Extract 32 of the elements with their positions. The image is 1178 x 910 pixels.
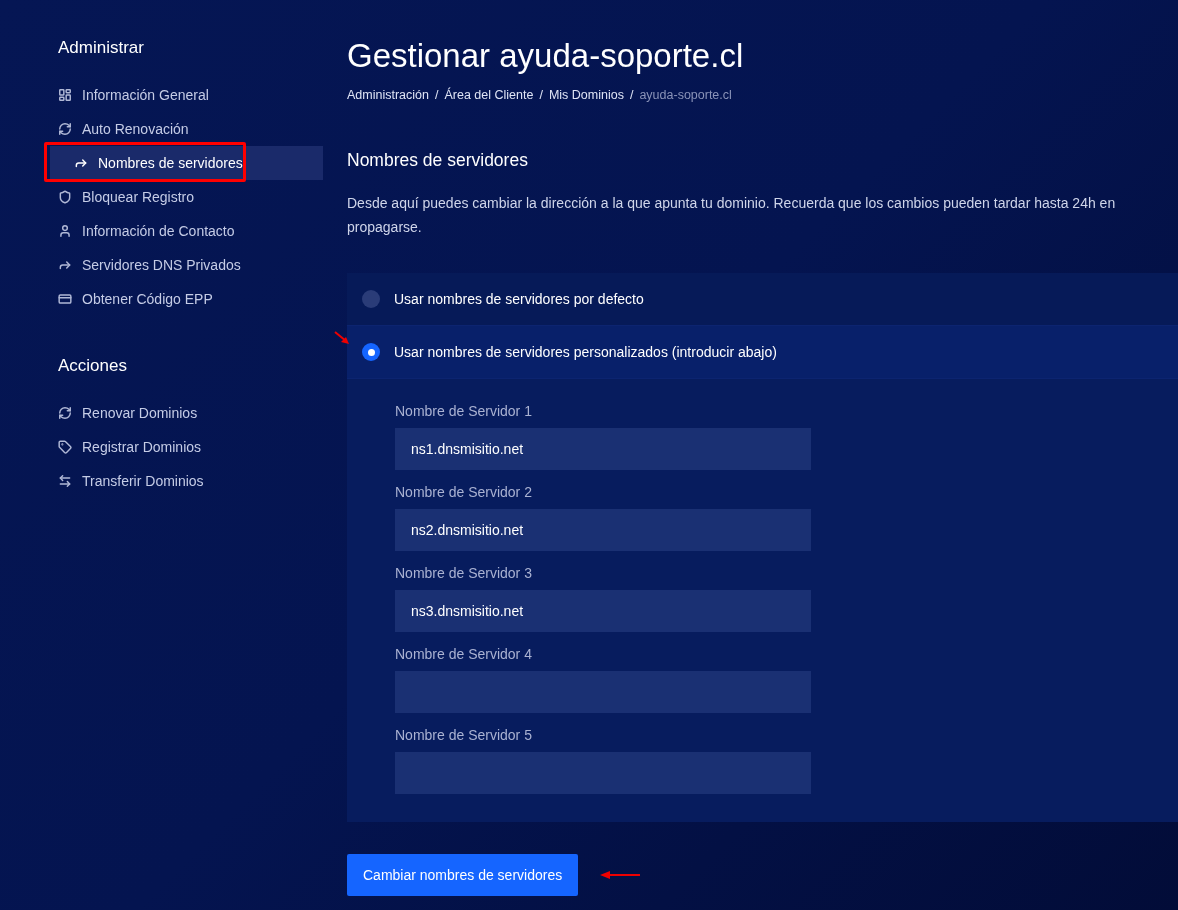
sidebar-heading: Administrar xyxy=(58,38,145,58)
submit-button[interactable]: Cambiar nombres de servidores xyxy=(347,854,579,897)
sidebar-item[interactable]: Renovar Dominios xyxy=(50,396,323,430)
sidebar-item[interactable]: Información General xyxy=(50,78,323,112)
sidebar-item[interactable]: Transferir Dominios xyxy=(50,464,323,498)
nameserver-input[interactable]: ns1.dnsmisitio.net xyxy=(395,428,811,471)
sidebar-item[interactable]: Información de Contacto xyxy=(50,214,323,248)
sidebar-item[interactable]: Obtener Código EPP xyxy=(50,282,323,316)
breadcrumb-separator: / xyxy=(435,88,439,103)
page-title: Gestionar ayuda-soporte.cl xyxy=(347,38,745,75)
radio-option[interactable]: Usar nombres de servidores personalizados (introducir abajo) xyxy=(347,326,1178,380)
breadcrumb-link[interactable]: Área del Cliente xyxy=(444,88,534,103)
field-label: Nombre de Servidor 4 xyxy=(395,646,533,663)
sidebar-item[interactable]: Servidores DNS Privados xyxy=(50,248,323,282)
section-description: Desde aquí puedes cambiar la dirección a la que apunta tu dominio. Recuerda que los cambios pueden tardar hasta 24h en propagarse. xyxy=(347,194,1117,238)
radio-option[interactable]: Usar nombres de servidores por defecto xyxy=(347,273,1178,327)
field-label: Nombre de Servidor 1 xyxy=(395,403,533,420)
sidebar-item[interactable]: Auto Renovación xyxy=(50,112,323,146)
breadcrumb-link[interactable]: Administración xyxy=(347,88,429,103)
sidebar-item[interactable]: Registrar Dominios xyxy=(50,430,323,464)
breadcrumb-current: ayuda-soporte.cl xyxy=(639,88,732,103)
sidebar-heading: Acciones xyxy=(58,356,128,376)
nameserver-input[interactable]: ns3.dnsmisitio.net xyxy=(395,590,811,633)
section-title: Nombres de servidores xyxy=(347,150,529,172)
breadcrumb-link[interactable]: Mis Dominios xyxy=(548,88,624,103)
sidebar-item[interactable]: Bloquear Registro xyxy=(50,180,323,214)
breadcrumb-separator: / xyxy=(539,88,543,103)
breadcrumb-separator: / xyxy=(629,88,634,103)
field-label: Nombre de Servidor 2 xyxy=(395,484,533,501)
field-label: Nombre de Servidor 3 xyxy=(395,565,533,582)
nameserver-input[interactable]: ns2.dnsmisitio.net xyxy=(395,509,811,552)
field-label: Nombre de Servidor 5 xyxy=(395,727,533,744)
